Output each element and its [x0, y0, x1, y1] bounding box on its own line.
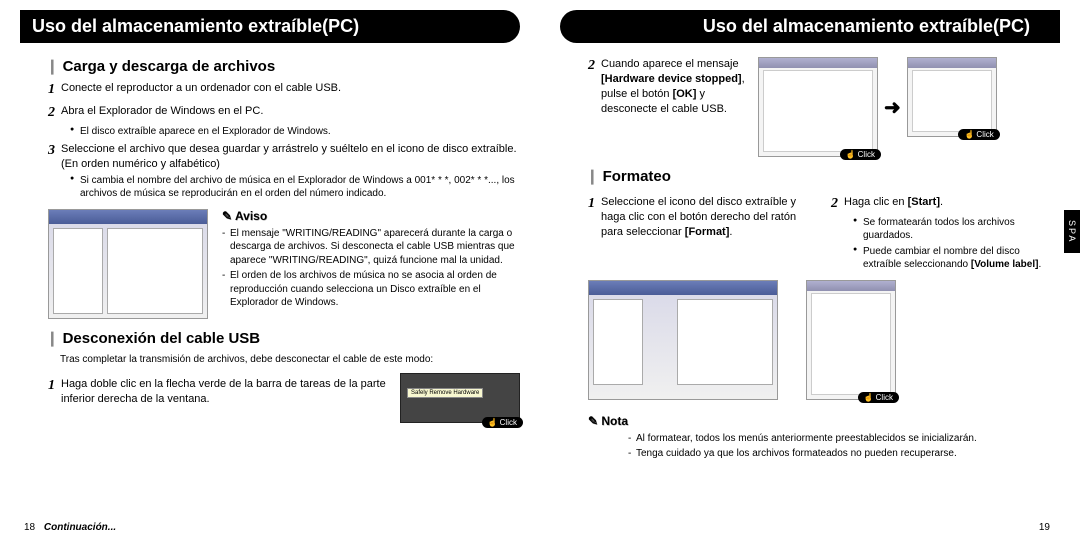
format-screenshots: Click: [588, 280, 1060, 400]
step-number: 2: [48, 104, 55, 123]
safely-remove-dialog: Click: [758, 57, 878, 157]
left-page: Uso del almacenamiento extraíble(PC) Car…: [0, 0, 540, 539]
bullet: El disco extraíble aparece en el Explora…: [70, 125, 520, 139]
click-badge: Click: [840, 149, 881, 160]
step-with-image: 1 Haga doble clic en la flecha verde de …: [48, 373, 520, 423]
arrow-icon: ➜: [884, 95, 901, 120]
language-tab: SPA: [1064, 210, 1080, 253]
click-badge: Click: [482, 417, 523, 428]
footer-right: 19: [1039, 522, 1050, 533]
click-badge: Click: [858, 392, 899, 403]
step-number: 1: [48, 377, 55, 396]
system-tray-image: Safely Remove Hardware Click: [400, 373, 520, 423]
step-number: 1: [48, 81, 55, 100]
step2-text: Cuando aparece el mensaje [Hardware devi…: [601, 57, 758, 116]
section-desconexion-title: Desconexión del cable USB: [46, 329, 520, 347]
section-formateo-title: Formateo: [586, 167, 1060, 185]
aviso-block: Aviso El mensaje "WRITING/READING" apare…: [48, 209, 520, 319]
footer-left: 18 Continuación...: [24, 522, 116, 533]
section-carga-title: Carga y descarga de archivos: [46, 57, 520, 75]
aviso-item: El orden de los archivos de música no se…: [222, 269, 520, 310]
bullet: Si cambia el nombre del archivo de músic…: [70, 174, 520, 201]
intro-paragraph: Tras completar la transmisión de archivo…: [60, 353, 520, 367]
page-number: 19: [1039, 522, 1050, 533]
step-number: 2: [588, 57, 595, 76]
step-number: 1: [588, 195, 595, 214]
format-dialog: Click: [806, 280, 896, 400]
step-1: 1 Conecte el reproductor a un ordenador …: [48, 81, 520, 100]
step-2: 2 Abra el Explorador de Windows en el PC…: [48, 104, 520, 123]
explorer-screenshot: [48, 209, 208, 319]
continuation-label: Continuación...: [44, 522, 116, 533]
step-number: 2: [831, 195, 838, 214]
step2-row: 2 Cuando aparece el mensaje [Hardware de…: [588, 57, 1060, 157]
bullet: Se formatearán todos los archivos guarda…: [853, 216, 1060, 243]
nota-item: Al formatear, todos los menús anteriorme…: [628, 432, 1060, 446]
nota-title: Nota: [588, 414, 1060, 428]
page-number: 18: [24, 522, 35, 533]
bullet: Puede cambiar el nombre del disco extraí…: [853, 245, 1060, 272]
aviso-title: Aviso: [222, 209, 520, 223]
stop-device-dialog: Click: [907, 57, 997, 137]
step-3: 3 Seleccione el archivo que desea guarda…: [48, 142, 520, 172]
page-title-right: Uso del almacenamiento extraíble(PC): [560, 10, 1060, 43]
click-badge: Click: [958, 129, 999, 140]
aviso-item: El mensaje "WRITING/READING" aparecerá d…: [222, 227, 520, 268]
nota-item: Tenga cuidado ya que los archivos format…: [628, 447, 1060, 461]
tray-tooltip: Safely Remove Hardware: [407, 388, 483, 398]
nota-block: Nota Al formatear, todos los menús anter…: [588, 414, 1060, 461]
step-number: 3: [48, 142, 55, 161]
page-title-left: Uso del almacenamiento extraíble(PC): [20, 10, 520, 43]
format-step1: Seleccione el icono del disco extraíble …: [601, 195, 817, 240]
explorer-format-screenshot: [588, 280, 778, 400]
right-page: Uso del almacenamiento extraíble(PC) 2 C…: [540, 0, 1080, 539]
format-step2: Haga clic en [Start].: [844, 195, 1060, 210]
